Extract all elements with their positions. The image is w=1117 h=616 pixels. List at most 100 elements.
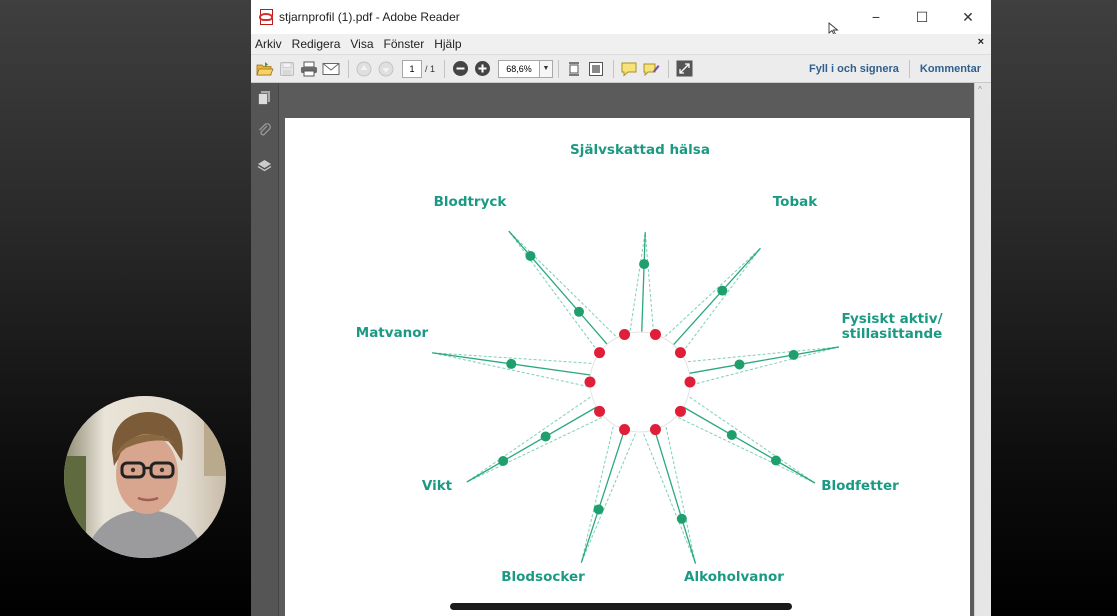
print-icon[interactable] bbox=[299, 59, 319, 79]
spoke-dashed-line bbox=[665, 426, 697, 564]
presenter-photo bbox=[64, 396, 226, 558]
outer-dot bbox=[573, 306, 584, 317]
zoom-out-icon[interactable] bbox=[450, 59, 470, 79]
menu-bar: Arkiv Redigera Visa Fönster Hjälp × bbox=[251, 34, 991, 55]
outer-dot bbox=[639, 259, 650, 270]
spoke-line bbox=[466, 406, 598, 483]
spoke-label: Blodtryck bbox=[434, 194, 508, 210]
outer-dot bbox=[734, 359, 745, 370]
outer-dot bbox=[540, 431, 551, 442]
outer-dot bbox=[593, 504, 604, 515]
maximize-button[interactable]: ☐ bbox=[899, 0, 945, 34]
outer-dot bbox=[506, 358, 517, 369]
inner-dot bbox=[584, 376, 596, 388]
spoke-dashed-line bbox=[466, 396, 591, 483]
spoke-dashed-line bbox=[466, 417, 603, 483]
toolbar: 1 / 1 68,6% ▼ Fyll i och signera Komment… bbox=[251, 55, 991, 83]
spoke-dashed-line bbox=[687, 346, 839, 363]
zoom-dropdown-icon[interactable]: ▼ bbox=[540, 59, 554, 78]
window-title: stjarnprofil (1).pdf - Adobe Reader bbox=[279, 10, 460, 24]
outer-dot bbox=[770, 455, 781, 466]
comment-tab[interactable]: Kommentar bbox=[910, 63, 991, 75]
spoke-dashed-line bbox=[580, 426, 614, 563]
inner-dot bbox=[649, 328, 661, 340]
spoke-dashed-line bbox=[508, 230, 599, 352]
menu-arkiv[interactable]: Arkiv bbox=[251, 37, 287, 51]
spoke-dashed-line bbox=[691, 346, 840, 386]
inner-dot bbox=[619, 424, 631, 436]
attachments-icon[interactable] bbox=[257, 123, 272, 138]
page-total: / 1 bbox=[425, 63, 436, 74]
inner-dot bbox=[619, 328, 631, 340]
spoke-label: Alkoholvanor bbox=[684, 569, 784, 585]
zoom-in-icon[interactable] bbox=[472, 59, 492, 79]
inner-dot bbox=[674, 405, 686, 417]
toolbar-separator bbox=[444, 59, 446, 78]
outer-dot bbox=[525, 250, 536, 261]
inner-dot bbox=[649, 424, 661, 436]
spoke-label: Självskattad hälsa bbox=[570, 142, 710, 158]
menu-hjalp[interactable]: Hjälp bbox=[429, 37, 466, 51]
fit-page-icon[interactable] bbox=[586, 59, 606, 79]
spoke-dashed-line bbox=[580, 433, 636, 563]
title-bar: stjarnprofil (1).pdf - Adobe Reader − ☐ … bbox=[251, 0, 991, 36]
highlight-icon[interactable] bbox=[641, 59, 661, 79]
fullscreen-icon[interactable] bbox=[674, 59, 694, 79]
previous-page-icon[interactable] bbox=[354, 59, 374, 79]
close-document-button[interactable]: × bbox=[978, 36, 984, 48]
spoke-dashed-line bbox=[643, 433, 697, 564]
pdf-page: Självskattad hälsa Tobak Fysiskt aktiv/sti… bbox=[285, 118, 970, 616]
next-page-icon[interactable] bbox=[376, 59, 396, 79]
fill-and-sign-tab[interactable]: Fyll i och signera bbox=[799, 63, 909, 75]
toolbar-separator bbox=[668, 59, 670, 78]
spoke-line bbox=[653, 429, 697, 564]
toolbar-separator bbox=[348, 59, 349, 78]
spoke-label: Tobak bbox=[773, 194, 818, 210]
menu-visa[interactable]: Visa bbox=[345, 37, 378, 51]
spoke-line bbox=[682, 406, 816, 484]
document-area: ^ Självskattad hälsa Tobak Fysiskt aktiv/s… bbox=[251, 83, 991, 616]
webcam-video-bubble bbox=[64, 396, 226, 558]
email-icon[interactable] bbox=[321, 59, 341, 79]
comment-icon[interactable] bbox=[619, 59, 639, 79]
toolbar-separator bbox=[558, 59, 560, 78]
zoom-level-input[interactable]: 68,6% bbox=[498, 59, 541, 78]
close-window-button[interactable]: ✕ bbox=[945, 0, 991, 34]
inner-dot bbox=[594, 347, 606, 359]
spoke-line bbox=[641, 232, 646, 333]
spoke-label: Fysiskt aktiv/stillasittande bbox=[841, 311, 942, 342]
adobe-reader-icon bbox=[259, 9, 273, 25]
center-circle bbox=[589, 331, 691, 433]
save-icon[interactable] bbox=[277, 59, 297, 79]
spoke-dashed-line bbox=[644, 232, 654, 332]
spoke-line bbox=[672, 247, 761, 346]
spoke-label: Matvanor bbox=[356, 325, 429, 341]
video-progress-pill bbox=[450, 603, 792, 610]
adobe-reader-window: stjarnprofil (1).pdf - Adobe Reader − ☐ … bbox=[251, 0, 991, 616]
fit-width-icon[interactable] bbox=[564, 59, 584, 79]
spoke-label: Vikt bbox=[422, 478, 453, 494]
vertical-scrollbar[interactable]: ^ bbox=[974, 83, 991, 616]
open-icon[interactable] bbox=[255, 59, 275, 79]
outer-dot bbox=[788, 349, 799, 360]
outer-dot bbox=[676, 513, 687, 524]
spoke-label: Blodfetter bbox=[821, 478, 899, 494]
layers-icon[interactable] bbox=[257, 158, 272, 173]
page-number-input[interactable]: 1 bbox=[402, 59, 422, 78]
pages-icon[interactable] bbox=[257, 90, 272, 105]
minimize-button[interactable]: − bbox=[853, 0, 899, 34]
spoke-line bbox=[689, 346, 840, 374]
spoke-dashed-line bbox=[677, 417, 816, 484]
spoke-line bbox=[580, 429, 626, 563]
menu-redigera[interactable]: Redigera bbox=[287, 37, 346, 51]
outer-dot bbox=[726, 430, 737, 440]
spoke-dashed-line bbox=[682, 247, 761, 353]
scroll-up-icon[interactable]: ^ bbox=[978, 85, 982, 94]
spoke-dashed-line bbox=[664, 247, 761, 337]
toolbar-separator bbox=[613, 59, 615, 78]
outer-dot bbox=[498, 456, 509, 466]
star-profile-diagram: Självskattad hälsa Tobak Fysiskt aktiv/sti… bbox=[356, 142, 943, 585]
inner-dot bbox=[594, 405, 606, 417]
menu-fonster[interactable]: Fönster bbox=[379, 37, 430, 51]
navigation-panel bbox=[251, 83, 279, 616]
